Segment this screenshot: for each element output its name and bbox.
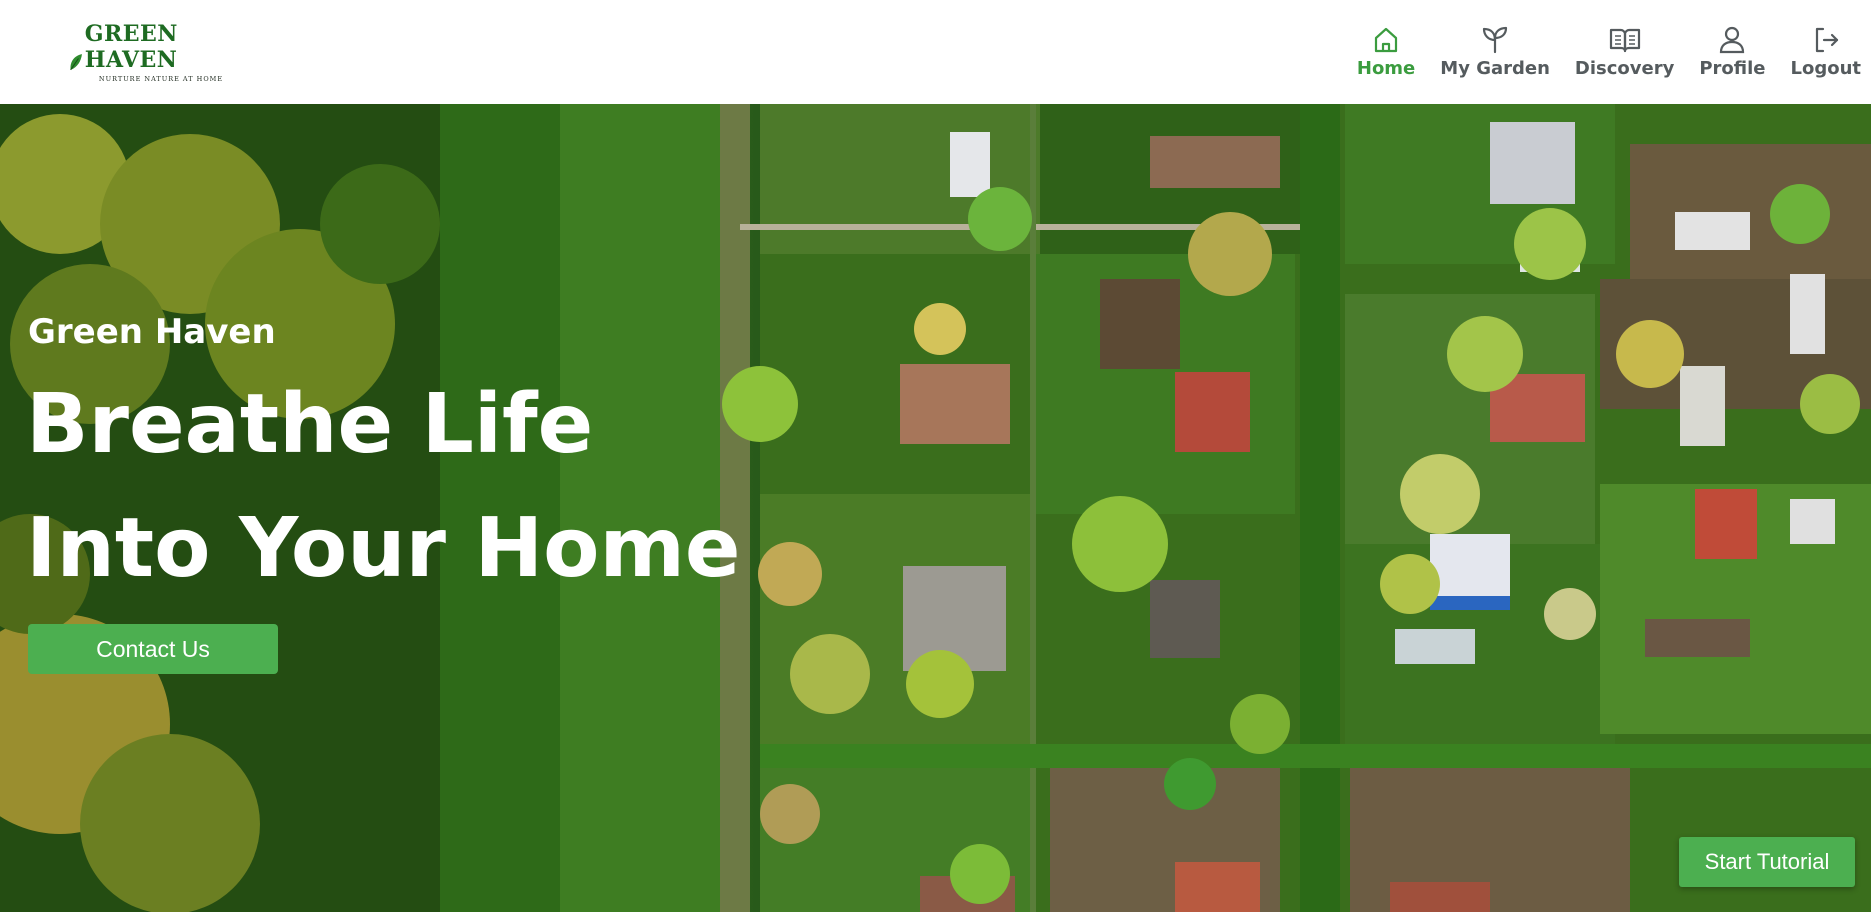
site-logo[interactable]: GREEN HAVEN NURTURE NATURE AT HOME [68, 21, 254, 83]
leaf-icon [70, 54, 82, 71]
logo-tagline: NURTURE NATURE AT HOME [98, 75, 224, 83]
nav-item-home[interactable]: Home [1357, 25, 1415, 79]
nav-label-my-garden: My Garden [1440, 58, 1550, 79]
nav-item-profile[interactable]: Profile [1699, 25, 1765, 79]
sprout-icon [1482, 26, 1508, 54]
logo-text: GREEN HAVEN [84, 21, 178, 73]
book-icon [1609, 28, 1640, 53]
nav-item-logout[interactable]: Logout [1790, 25, 1861, 79]
hero-headline-line-1: Breathe Life [26, 377, 594, 472]
start-tutorial-button[interactable]: Start Tutorial [1679, 837, 1855, 887]
nav-label-logout: Logout [1790, 58, 1861, 79]
nav-item-my-garden[interactable]: My Garden [1440, 25, 1550, 79]
hero-subtitle: Green Haven [28, 312, 276, 352]
nav-label-discovery: Discovery [1574, 58, 1675, 79]
nav-label-home: Home [1356, 58, 1416, 79]
logo-wordmark: GREEN HAVEN [68, 21, 254, 73]
logout-icon [1815, 27, 1838, 53]
user-icon [1720, 26, 1745, 54]
nav-item-discovery[interactable]: Discovery [1575, 25, 1674, 79]
site-header: GREEN HAVEN NURTURE NATURE AT HOME Home … [0, 0, 1871, 104]
hero-section: Green Haven Breathe Life Into Your Home … [0, 104, 1871, 912]
nav-label-profile: Profile [1699, 58, 1766, 79]
contact-us-button[interactable]: Contact Us [28, 624, 278, 674]
home-icon [1374, 27, 1398, 53]
main-nav: Home My Garden Discovery Profile Logout [1332, 0, 1861, 104]
hero-headline-line-2: Into Your Home [26, 501, 741, 596]
